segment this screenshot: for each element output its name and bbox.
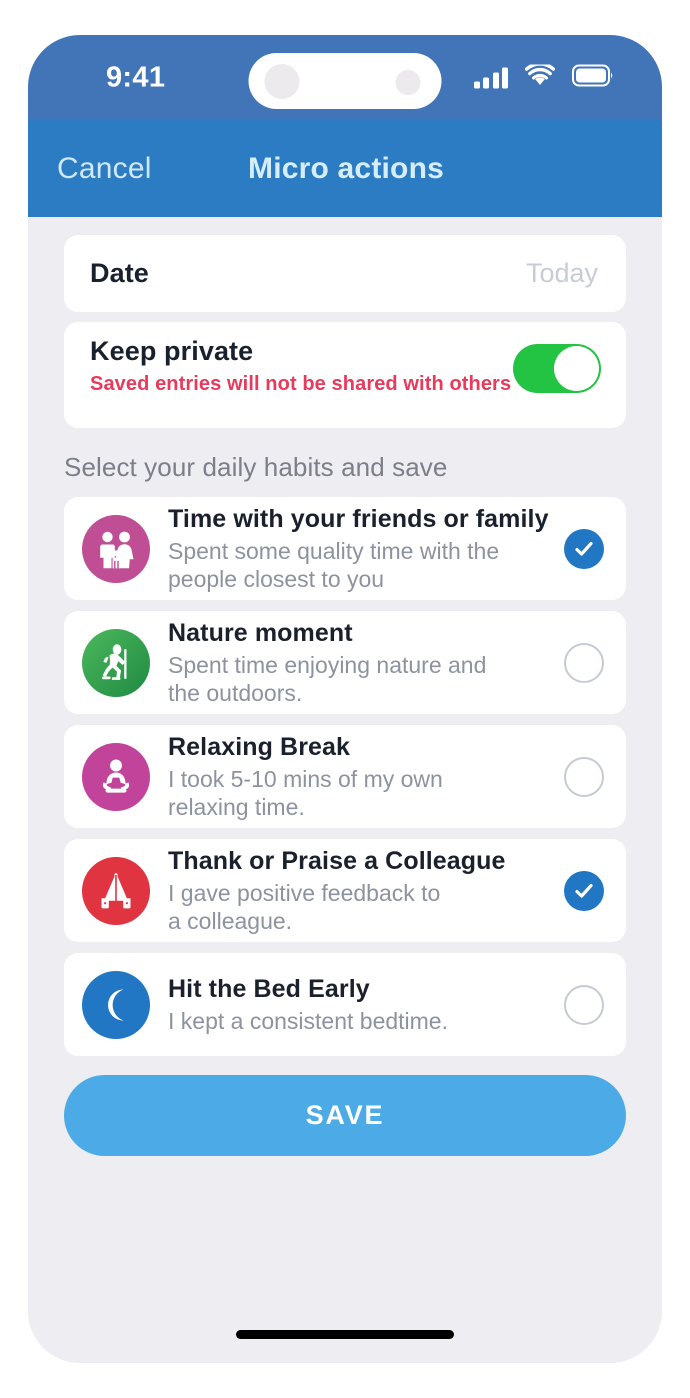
wifi-icon: [524, 61, 556, 91]
habit-checkbox-selected[interactable]: [564, 870, 604, 911]
page-title: Micro actions: [248, 151, 444, 185]
meditation-icon: [82, 742, 150, 811]
status-bar-time: 9:41: [106, 61, 166, 93]
phone-screen: 9:41 Cancel Micro actions Date Today Kee…: [28, 35, 662, 1363]
keep-private-toggle[interactable]: [513, 344, 601, 393]
habit-text: Relaxing Break I took 5-10 mins of my ow…: [150, 732, 560, 822]
habit-checkbox-selected[interactable]: [564, 528, 604, 569]
habit-checkbox-unselected[interactable]: [564, 642, 604, 683]
front-camera-icon: [264, 64, 300, 99]
date-label: Date: [90, 258, 149, 288]
habit-text: Hit the Bed Early I kept a consistent be…: [150, 974, 560, 1036]
home-indicator: [236, 1330, 454, 1339]
moon-icon: [82, 970, 150, 1039]
date-value: Today: [525, 258, 598, 288]
habit-text: Nature moment Spent time enjoying nature…: [150, 618, 560, 708]
phone-frame: 9:41 Cancel Micro actions Date Today Kee…: [0, 0, 690, 1398]
habit-checkbox-unselected[interactable]: [564, 756, 604, 797]
habit-checkbox-unselected[interactable]: [564, 984, 604, 1025]
hiker-icon: [82, 628, 150, 697]
main-content: Date Today Keep private Saved entries wi…: [28, 217, 662, 1363]
habit-description: Spent some quality time with the people …: [168, 538, 500, 593]
habit-description: I gave positive feedback to a colleague.: [168, 880, 441, 935]
habit-title: Relaxing Break: [168, 732, 351, 761]
nav-bar: Cancel Micro actions: [28, 120, 662, 217]
habit-title: Nature moment: [168, 618, 353, 647]
habit-title: Thank or Praise a Colleague: [168, 846, 506, 875]
habit-row[interactable]: Thank or Praise a Colleague I gave posit…: [64, 839, 626, 942]
habit-title: Time with your friends or family: [168, 504, 549, 533]
keep-private-row[interactable]: Keep private Saved entries will not be s…: [64, 322, 626, 428]
cancel-button[interactable]: Cancel: [57, 152, 152, 186]
habit-description: I kept a consistent bedtime.: [168, 1008, 448, 1035]
face-sensor-icon: [395, 70, 421, 95]
dynamic-island: [248, 53, 442, 109]
battery-icon: [572, 64, 614, 91]
habit-title: Hit the Bed Early: [168, 974, 370, 1003]
habit-text: Time with your friends or family Spent s…: [150, 504, 560, 594]
cellular-signal-icon: [473, 67, 508, 88]
toggle-knob: [554, 346, 599, 391]
habit-description: Spent time enjoying nature and the outdo…: [168, 652, 487, 707]
habit-row[interactable]: Nature moment Spent time enjoying nature…: [64, 611, 626, 714]
status-bar: 9:41: [28, 35, 662, 120]
habit-row[interactable]: Hit the Bed Early I kept a consistent be…: [64, 953, 626, 1056]
section-heading: Select your daily habits and save: [64, 452, 448, 482]
praying-hands-icon: [82, 856, 150, 925]
save-button[interactable]: SAVE: [64, 1075, 626, 1156]
habit-row[interactable]: Time with your friends or family Spent s…: [64, 497, 626, 600]
habit-row[interactable]: Relaxing Break I took 5-10 mins of my ow…: [64, 725, 626, 828]
family-icon: [82, 514, 150, 583]
habit-description: I took 5-10 mins of my own relaxing time…: [168, 766, 443, 821]
status-bar-icons: [473, 61, 615, 91]
habit-text: Thank or Praise a Colleague I gave posit…: [150, 846, 560, 936]
date-row[interactable]: Date Today: [64, 235, 626, 312]
